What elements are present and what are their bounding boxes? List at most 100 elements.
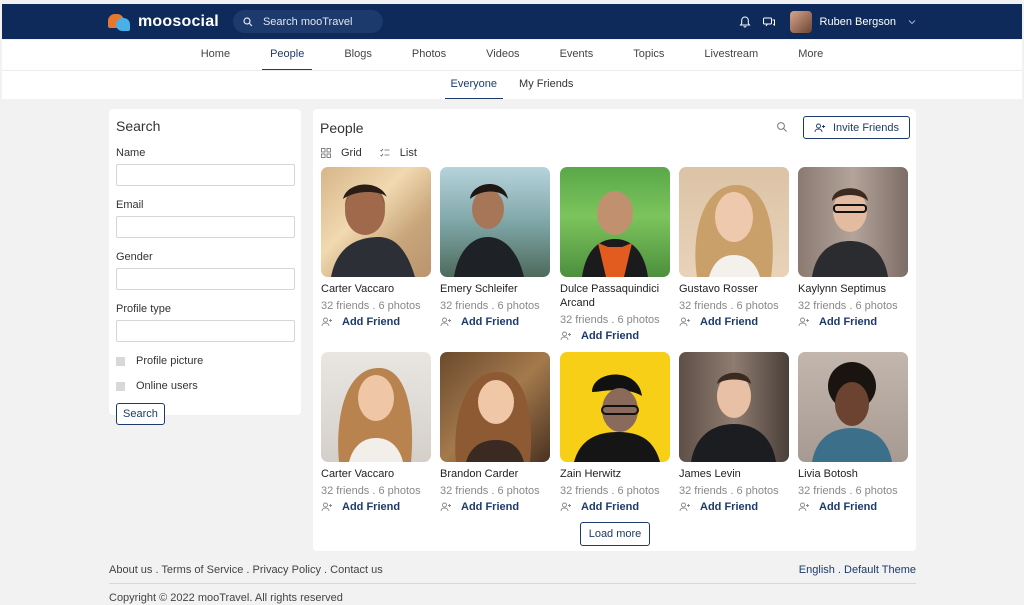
online-users-checkbox[interactable]: Online users [116,380,294,392]
person-card[interactable]: James Levin 32 friends . 6 photos Add Fr… [679,352,789,513]
bell-icon[interactable] [738,15,752,29]
avatar[interactable] [789,10,812,33]
add-user-icon [560,331,571,341]
email-field[interactable] [116,216,295,238]
add-user-icon [321,317,332,327]
footer-link-about[interactable]: About us [109,564,152,576]
add-friend-label: Add Friend [342,501,401,513]
person-card[interactable]: Kaylynn Septimus 32 friends . 6 photos A… [798,167,908,328]
load-more-button[interactable]: Load more [580,522,650,546]
tab-everyone[interactable]: Everyone [444,71,504,99]
grid-label: Grid [341,147,362,159]
footer-link-terms[interactable]: Terms of Service [161,564,243,576]
copyright: Copyright © 2022 mooTravel. All rights r… [109,592,343,604]
person-photo[interactable] [798,352,908,462]
language-link[interactable]: English [799,564,835,576]
nav-item-topics[interactable]: Topics [633,40,664,70]
people-panel: People Invite Friends Grid List Carter V… [313,109,916,551]
add-friend-button[interactable]: Add Friend [440,501,550,513]
person-name[interactable]: Brandon Carder [440,467,550,481]
search-input[interactable]: Search mooTravel [232,10,383,33]
list-view-option[interactable]: List [379,147,417,159]
person-photo[interactable] [440,167,550,277]
chat-icon[interactable] [762,15,776,29]
nav-item-livestream[interactable]: Livestream [704,40,758,70]
person-photo[interactable] [560,352,670,462]
person-card[interactable]: Livia Botosh 32 friends . 6 photos Add F… [798,352,908,513]
chevron-down-icon[interactable] [908,18,916,26]
nav-item-videos[interactable]: Videos [486,40,519,70]
invite-friends-button[interactable]: Invite Friends [803,116,910,139]
user-name[interactable]: Ruben Bergson [820,16,896,28]
add-friend-button[interactable]: Add Friend [679,501,789,513]
add-friend-label: Add Friend [700,316,759,328]
nav-item-events[interactable]: Events [560,40,594,70]
person-card[interactable]: Zain Herwitz 32 friends . 6 photos Add F… [560,352,670,513]
add-user-icon [440,502,451,512]
nav-item-blogs[interactable]: Blogs [344,40,372,70]
gender-field[interactable] [116,268,295,290]
add-friend-button[interactable]: Add Friend [679,316,789,328]
nav-item-more[interactable]: More [798,40,823,70]
person-name[interactable]: James Levin [679,467,789,481]
person-card[interactable]: Carter Vaccaro 32 friends . 6 photos Add… [321,167,431,328]
theme-link[interactable]: Default Theme [844,564,916,576]
top-header: moosocial Search mooTravel Ruben Bergson [2,4,1022,39]
person-photo[interactable] [321,352,431,462]
profile-picture-checkbox[interactable]: Profile picture [116,355,294,367]
person-photo[interactable] [679,352,789,462]
logo[interactable]: moosocial [108,12,219,32]
person-meta: 32 friends . 6 photos [679,485,779,497]
add-friend-label: Add Friend [819,316,878,328]
search-button[interactable]: Search [116,403,165,425]
person-card[interactable]: Brandon Carder 32 friends . 6 photos Add… [440,352,550,513]
add-user-icon [679,317,690,327]
person-card[interactable]: Emery Schleifer 32 friends . 6 photos Ad… [440,167,550,328]
person-photo[interactable] [560,167,670,277]
add-user-icon [798,502,809,512]
person-card[interactable]: Carter Vaccaro 32 friends . 6 photos Add… [321,352,431,513]
nav-item-people[interactable]: People [262,40,313,70]
checkbox[interactable] [116,381,125,391]
person-name[interactable]: Zain Herwitz [560,467,670,481]
person-name[interactable]: Carter Vaccaro [321,282,431,296]
person-photo[interactable] [798,167,908,277]
person-name[interactable]: Gustavo Rosser [679,282,789,296]
search-panel: Search Name Email Gender Profile type Pr… [109,109,301,425]
search-icon[interactable] [776,121,788,133]
footer-link-contact[interactable]: Contact us [330,564,383,576]
person-name[interactable]: Emery Schleifer [440,282,550,296]
person-meta: 32 friends . 6 photos [798,485,898,497]
add-friend-button[interactable]: Add Friend [798,501,908,513]
add-friend-button[interactable]: Add Friend [798,316,908,328]
add-friend-button[interactable]: Add Friend [440,316,550,328]
person-photo[interactable] [321,167,431,277]
add-friend-button[interactable]: Add Friend [321,316,431,328]
person-meta: 32 friends . 6 photos [560,485,660,497]
person-name[interactable]: Livia Botosh [798,467,908,481]
grid-view-option[interactable]: Grid [321,147,362,159]
person-photo[interactable] [440,352,550,462]
person-meta: 32 friends . 6 photos [321,485,421,497]
nav-item-home[interactable]: Home [201,40,230,70]
person-name[interactable]: Kaylynn Septimus [798,282,908,296]
person-silhouette [695,184,773,277]
tab-my-friends[interactable]: My Friends [519,71,573,99]
person-name[interactable]: Carter Vaccaro [321,467,431,481]
search-icon [243,16,253,26]
person-silhouette [454,183,524,277]
person-card[interactable]: Dulce Passaquindici Arcand 32 friends . … [560,167,670,342]
person-silhouette [812,362,892,462]
add-friend-button[interactable]: Add Friend [321,501,431,513]
footer-link-privacy[interactable]: Privacy Policy [253,564,321,576]
nav-item-photos[interactable]: Photos [412,40,446,70]
add-friend-button[interactable]: Add Friend [560,501,670,513]
person-meta: 32 friends . 6 photos [560,314,660,326]
person-name[interactable]: Dulce Passaquindici Arcand [560,282,670,310]
name-field[interactable] [116,164,295,186]
profile-type-field[interactable] [116,320,295,342]
add-friend-button[interactable]: Add Friend [560,330,670,342]
checkbox[interactable] [116,356,125,366]
person-card[interactable]: Gustavo Rosser 32 friends . 6 photos Add… [679,167,789,328]
person-photo[interactable] [679,167,789,277]
